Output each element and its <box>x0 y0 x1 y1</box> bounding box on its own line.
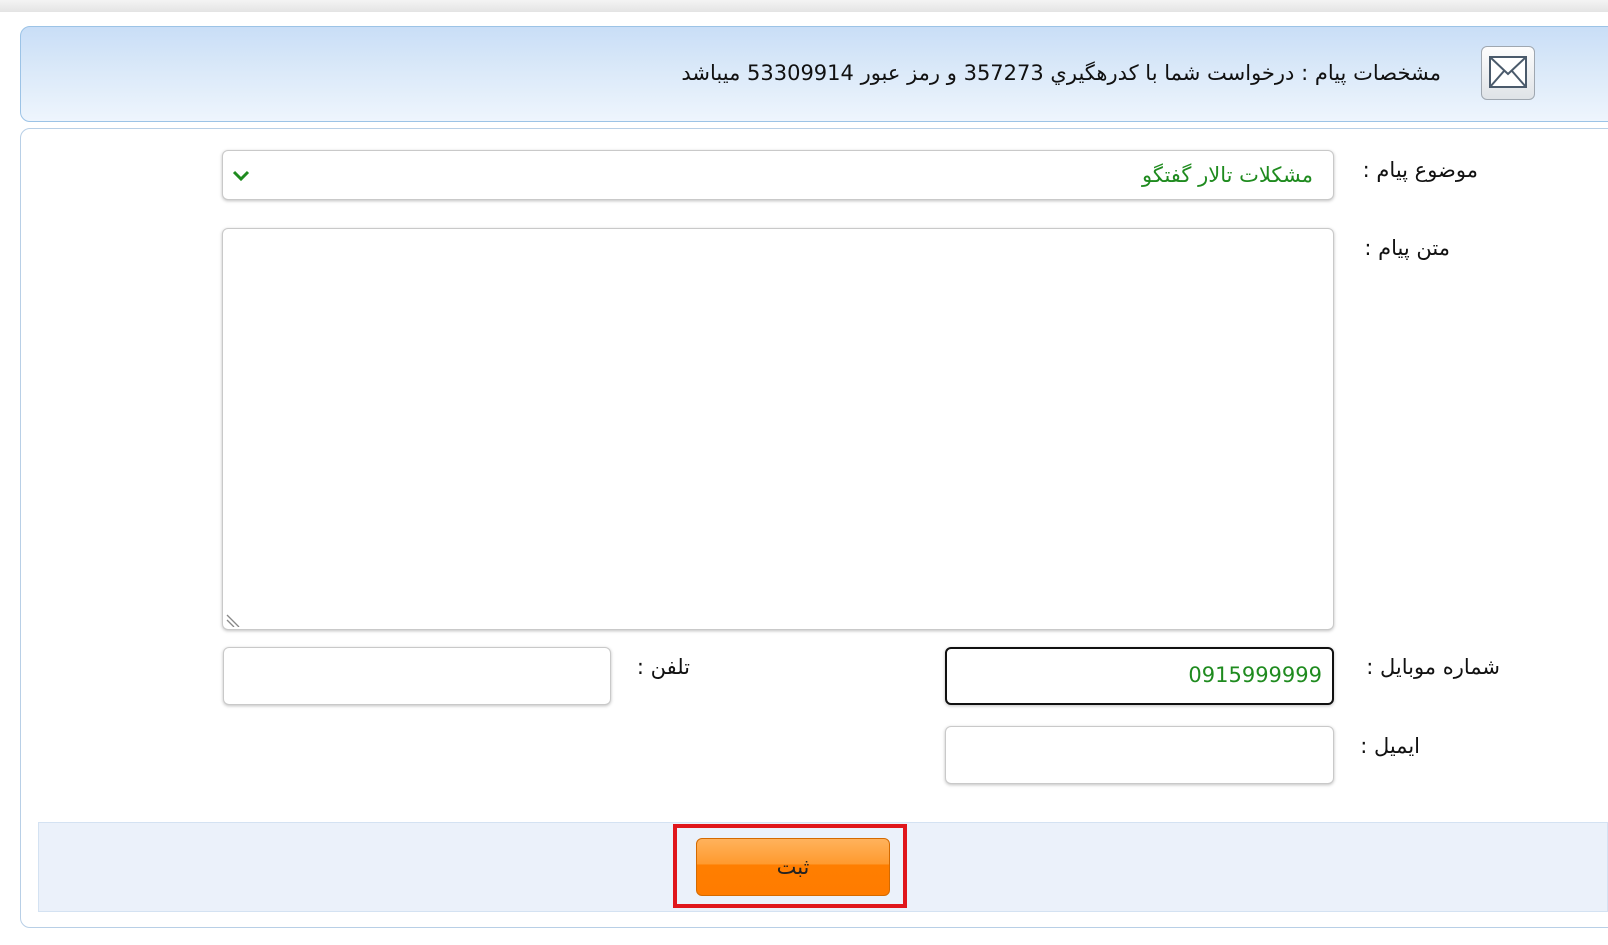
message-textarea[interactable] <box>222 228 1334 630</box>
mobile-value: 0915999999 <box>1188 663 1322 687</box>
phone-input[interactable] <box>223 647 611 705</box>
chevron-down-icon <box>232 170 250 182</box>
email-input[interactable] <box>945 726 1334 784</box>
mobile-label: شماره موبایل : <box>1366 655 1500 679</box>
mobile-input[interactable]: 0915999999 <box>945 647 1334 705</box>
subject-select[interactable]: مشکلات تالار گفتگو <box>222 150 1334 200</box>
subject-value: مشکلات تالار گفتگو <box>1142 163 1313 187</box>
body-label: متن پیام : <box>1364 236 1450 260</box>
phone-label: تلفن : <box>636 655 690 679</box>
top-bar <box>0 0 1608 12</box>
envelope-icon <box>1481 46 1535 100</box>
subject-label: موضوع پیام : <box>1362 158 1478 182</box>
email-label: ایمیل : <box>1360 734 1420 758</box>
header-message: مشخصات پیام : درخواست شما با کدرهگيري 35… <box>681 61 1441 85</box>
submit-button[interactable]: ثبت <box>696 838 890 896</box>
resize-handle-icon[interactable] <box>225 609 243 627</box>
message-header: مشخصات پیام : درخواست شما با کدرهگيري 35… <box>20 26 1608 122</box>
